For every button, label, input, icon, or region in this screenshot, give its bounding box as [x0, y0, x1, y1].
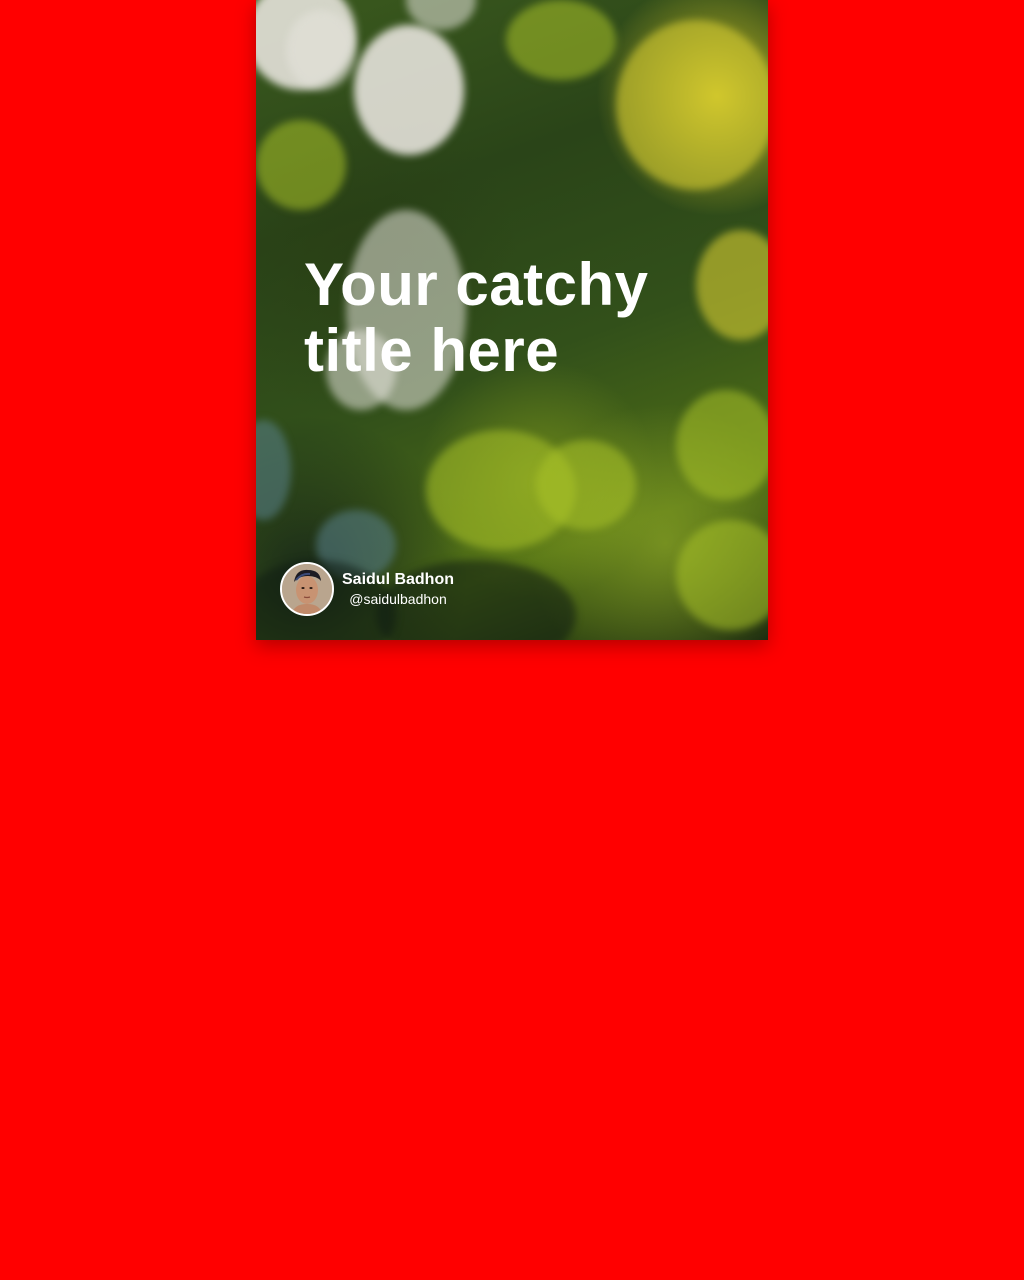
author-handle: @saidulbadhon [349, 591, 447, 607]
bokeh-light [256, 420, 291, 520]
bokeh-light [676, 390, 768, 500]
bokeh-light [616, 20, 768, 190]
page-background: Your catchy title here Saidul Badhon @sa… [0, 0, 1024, 1280]
bokeh-light [676, 520, 768, 630]
bokeh-light [286, 10, 356, 90]
avatar [280, 562, 334, 616]
card-title: Your catchy title here [304, 251, 649, 384]
author-block: Saidul Badhon @saidulbadhon [280, 562, 454, 616]
avatar-photo-icon [282, 564, 332, 614]
bokeh-light [506, 0, 616, 80]
bokeh-light [536, 440, 636, 530]
author-name: Saidul Badhon [342, 571, 454, 588]
bokeh-light [256, 120, 346, 210]
post-card: Your catchy title here Saidul Badhon @sa… [256, 0, 768, 640]
bokeh-light [354, 25, 464, 155]
author-info: Saidul Badhon @saidulbadhon [342, 570, 454, 608]
bokeh-light [696, 230, 768, 340]
